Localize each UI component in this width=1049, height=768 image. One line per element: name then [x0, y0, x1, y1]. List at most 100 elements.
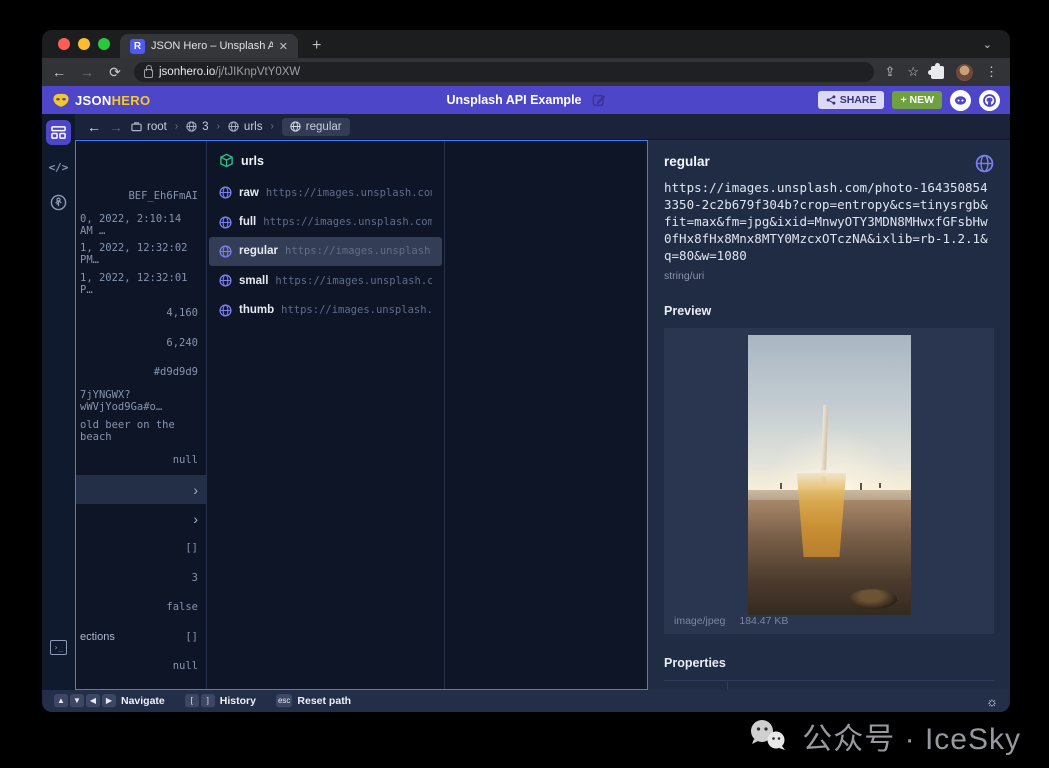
tab-close-icon[interactable]: ✕ — [279, 40, 288, 53]
discord-icon — [954, 94, 967, 107]
new-label: + NEW — [900, 94, 934, 106]
list-item[interactable]: 1, 2022, 12:32:01 P… — [76, 269, 206, 298]
list-item[interactable]: rawhttps://images.unsplash.com/ph… — [209, 178, 442, 207]
list-item[interactable]: [] — [76, 534, 206, 563]
properties-table: href https://images.unsplash.com/photo-1… — [664, 680, 994, 690]
list-item[interactable]: #d9d9d9 — [76, 357, 206, 386]
navigate-label: Navigate — [121, 695, 165, 707]
extensions-icon[interactable] — [931, 66, 944, 79]
esc-key-icon: esc — [276, 694, 292, 708]
jsonhero-header: JSONHERO Unsplash API Example SHARE + NE… — [42, 86, 1010, 114]
browser-tab[interactable]: R JSON Hero – Unsplash API Exa ✕ — [120, 34, 298, 58]
empty-column — [444, 141, 647, 689]
left-bracket-key-icon: [ — [185, 694, 199, 708]
reload-icon[interactable]: ⟳ — [106, 64, 124, 81]
list-item[interactable]: null — [76, 446, 206, 475]
discord-button[interactable] — [950, 90, 971, 111]
new-tab-button[interactable]: + — [298, 34, 335, 58]
list-item[interactable]: 3 — [76, 563, 206, 592]
beach-stone — [849, 589, 897, 609]
main-area: BEF_Eh6FmAI 0, 2022, 2:10:14 AM … 1, 202… — [75, 140, 1010, 690]
lock-icon — [144, 69, 153, 78]
breadcrumb-separator: › — [217, 121, 220, 132]
reset-path-label: Reset path — [297, 695, 351, 707]
document-title: Unsplash API Example — [447, 93, 582, 107]
breadcrumb-item-urls[interactable]: urls — [228, 121, 263, 133]
content-area: ← → root › 3 › urls — [75, 114, 1010, 690]
share-label: SHARE — [840, 94, 877, 106]
watermark: 公众号 · IceSky — [746, 714, 1021, 758]
list-item[interactable]: BEF_Eh6FmAI — [76, 181, 206, 210]
file-size: 184.47 KB — [739, 615, 788, 627]
preview-card: image/jpeg 184.47 KB — [664, 328, 994, 634]
list-item[interactable]: smallhttps://images.unsplash.com/p… — [209, 266, 442, 295]
share-icon — [826, 95, 836, 105]
watermark-text: 公众号 · IceSky — [802, 714, 1021, 758]
breadcrumb-separator: › — [175, 121, 178, 132]
list-item[interactable]: 4,160 — [76, 299, 206, 328]
detail-value[interactable]: https://images.unsplash.com/photo-164350… — [664, 179, 994, 264]
back-icon[interactable]: ← — [50, 64, 68, 80]
cube-icon — [219, 153, 234, 168]
edit-title-icon[interactable] — [592, 93, 606, 107]
preview-image[interactable] — [748, 335, 911, 615]
list-item[interactable]: null — [76, 651, 206, 680]
column-view-button[interactable] — [46, 120, 71, 145]
share-button[interactable]: SHARE — [818, 91, 885, 109]
browser-toolbar: ← → ⟳ jsonhero.io/j/tJIKnpVtY0XW ⇪ ☆ ⋮ — [42, 58, 1010, 86]
theme-toggle-icon[interactable]: ☼ — [986, 694, 998, 709]
tab-search-chevron-icon[interactable]: ⌄ — [983, 38, 992, 51]
list-item[interactable]: old beer on the beach — [76, 416, 206, 445]
list-item-selected[interactable] — [76, 475, 206, 504]
list-item[interactable]: 1, 2022, 12:32:02 PM… — [76, 240, 206, 269]
list-item[interactable]: 0, 2022, 2:10:14 AM … — [76, 210, 206, 239]
breadcrumb-root[interactable]: root — [131, 121, 167, 133]
list-item[interactable]: ections[] — [76, 622, 206, 651]
breadcrumb-item-regular[interactable]: regular — [282, 118, 350, 136]
hero-mask-icon — [52, 92, 70, 108]
list-item[interactable]: fullhttps://images.unsplash.com/ph… — [209, 207, 442, 236]
address-bar[interactable]: jsonhero.io/j/tJIKnpVtY0XW — [134, 62, 874, 82]
briefcase-icon — [131, 121, 142, 132]
github-icon — [982, 93, 997, 108]
path-back-icon[interactable]: ← — [87, 119, 101, 135]
chevron-right-icon — [193, 482, 198, 498]
property-value[interactable]: https://images.unsplash.com/photo-164350… — [728, 681, 994, 690]
minimize-window-button[interactable] — [78, 38, 90, 50]
browser-menu-icon[interactable]: ⋮ — [985, 64, 998, 80]
breadcrumb-item-3[interactable]: 3 — [186, 121, 208, 133]
list-item[interactable] — [76, 504, 206, 533]
forward-icon[interactable]: → — [78, 64, 96, 80]
zoom-window-button[interactable] — [98, 38, 110, 50]
terminal-button[interactable]: ›_ — [46, 635, 71, 660]
globe-icon — [975, 154, 994, 173]
json-view-button[interactable]: </> — [46, 155, 71, 180]
list-item[interactable]: thumbhttps://images.unsplash.com/… — [209, 296, 442, 325]
list-item-selected[interactable]: regularhttps://images.unsplash.com… — [209, 237, 442, 266]
new-document-button[interactable]: + NEW — [892, 91, 942, 109]
header-actions: SHARE + NEW — [818, 90, 1000, 111]
profile-avatar[interactable] — [956, 64, 973, 81]
list-item[interactable]: false — [76, 592, 206, 621]
list-item[interactable]: {} — [76, 681, 206, 689]
jsonhero-logo[interactable]: JSONHERO — [52, 92, 150, 108]
close-window-button[interactable] — [58, 38, 70, 50]
column-view-icon — [51, 125, 66, 140]
toolbar-right: ⇪ ☆ ⋮ — [884, 64, 1002, 81]
share-page-icon[interactable]: ⇪ — [884, 64, 895, 80]
github-button[interactable] — [979, 90, 1000, 111]
arrow-down-key-icon: ▼ — [70, 694, 84, 708]
list-item[interactable]: 6,240 — [76, 328, 206, 357]
arrow-up-key-icon: ▲ — [54, 694, 68, 708]
urls-column: urls rawhttps://images.unsplash.com/ph… … — [206, 141, 444, 689]
preview-caption: image/jpeg 184.47 KB — [674, 615, 788, 627]
list-item[interactable]: 7jYNGWX?wWVjYod9Ga#o… — [76, 387, 206, 416]
app-body: </> ›_ ← → root › — [42, 114, 1010, 690]
globe-icon — [219, 216, 232, 229]
path-forward-icon[interactable]: → — [109, 119, 123, 135]
tree-view-button[interactable] — [46, 190, 71, 215]
bookmark-star-icon[interactable]: ☆ — [907, 64, 919, 80]
history-label: History — [220, 695, 256, 707]
desktop-background: R JSON Hero – Unsplash API Exa ✕ + ⌄ ← →… — [0, 0, 1049, 768]
browser-tab-strip: R JSON Hero – Unsplash API Exa ✕ + ⌄ — [42, 30, 1010, 58]
